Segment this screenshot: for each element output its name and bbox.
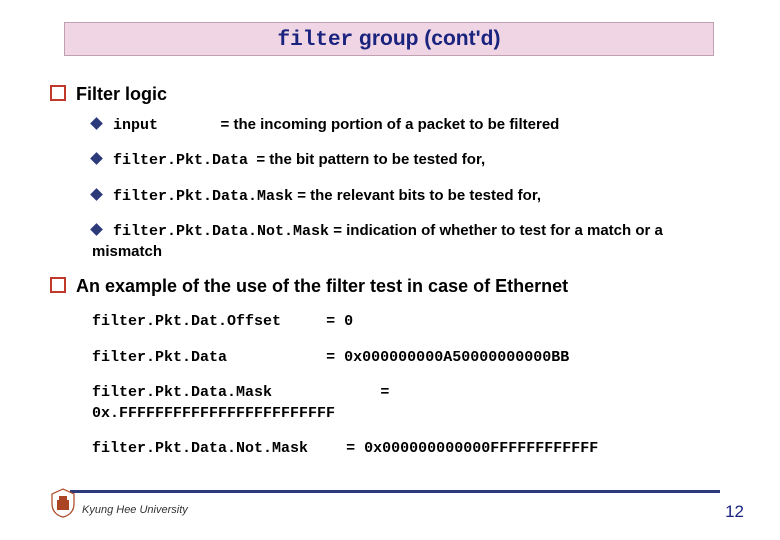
- item-term: filter.Pkt.Data.Not.Mask: [113, 223, 329, 240]
- example-key: filter.Pkt.Data.Mask: [92, 383, 322, 403]
- list-item: filter.Pkt.Data.Not.Mask = indication of…: [92, 221, 730, 263]
- list-item: input = the incoming portion of a packet…: [92, 115, 730, 136]
- university-name: Kyung Hee University: [82, 504, 188, 516]
- example-key: filter.Pkt.Data: [92, 348, 322, 368]
- example-key: filter.Pkt.Dat.Offset: [92, 312, 322, 332]
- example-val: 0x.FFFFFFFFFFFFFFFFFFFFFFFF: [92, 405, 335, 422]
- slide: filter group (cont'd) Filter logic input…: [0, 0, 780, 540]
- footer-divider: [70, 490, 720, 493]
- diamond-bullet-icon: [90, 117, 103, 130]
- title-rest: group (cont'd): [353, 27, 500, 50]
- example-row: filter.Pkt.Data.Not.Mask = 0x00000000000…: [92, 438, 730, 459]
- example-val: = 0: [326, 313, 353, 330]
- item-term: filter.Pkt.Data.Mask: [113, 188, 293, 205]
- university-crest-icon: [50, 488, 76, 518]
- section-1-text: Filter logic: [76, 84, 167, 104]
- example-row: filter.Pkt.Data.Mask = 0x.FFFFFFFFFFFFFF…: [92, 382, 730, 425]
- item-term: filter.Pkt.Data: [113, 152, 248, 169]
- item-desc: = the incoming portion of a packet to be…: [216, 116, 559, 133]
- square-bullet-icon: [50, 277, 66, 293]
- example-val: = 0x000000000A50000000000BB: [326, 349, 569, 366]
- list-item: filter.Pkt.Data.Mask = the relevant bits…: [92, 186, 730, 207]
- content-area: Filter logic input = the incoming portio…: [50, 80, 730, 474]
- item-desc: = the relevant bits to be tested for,: [293, 187, 541, 204]
- example-row: filter.Pkt.Dat.Offset = 0: [92, 311, 730, 332]
- example-block: filter.Pkt.Dat.Offset = 0 filter.Pkt.Dat…: [92, 311, 730, 459]
- section-heading-2: An example of the use of the filter test…: [50, 276, 730, 297]
- diamond-bullet-icon: [90, 152, 103, 165]
- example-key: filter.Pkt.Data.Not.Mask: [92, 439, 342, 459]
- list-item: filter.Pkt.Data = the bit pattern to be …: [92, 150, 730, 171]
- diamond-bullet-icon: [90, 223, 103, 236]
- square-bullet-icon: [50, 85, 66, 101]
- section-heading-1: Filter logic: [50, 84, 730, 105]
- example-val: = 0x000000000000FFFFFFFFFFFF: [346, 440, 598, 457]
- page-number: 12: [725, 502, 744, 522]
- item-desc: = the bit pattern to be tested for,: [252, 151, 485, 168]
- example-eq: =: [380, 384, 389, 401]
- slide-title: filter group (cont'd): [64, 22, 714, 56]
- diamond-bullet-icon: [90, 188, 103, 201]
- title-mono: filter: [278, 29, 354, 52]
- example-row: filter.Pkt.Data = 0x000000000A5000000000…: [92, 347, 730, 368]
- section-2-text: An example of the use of the filter test…: [76, 276, 568, 296]
- item-term: input: [113, 117, 158, 134]
